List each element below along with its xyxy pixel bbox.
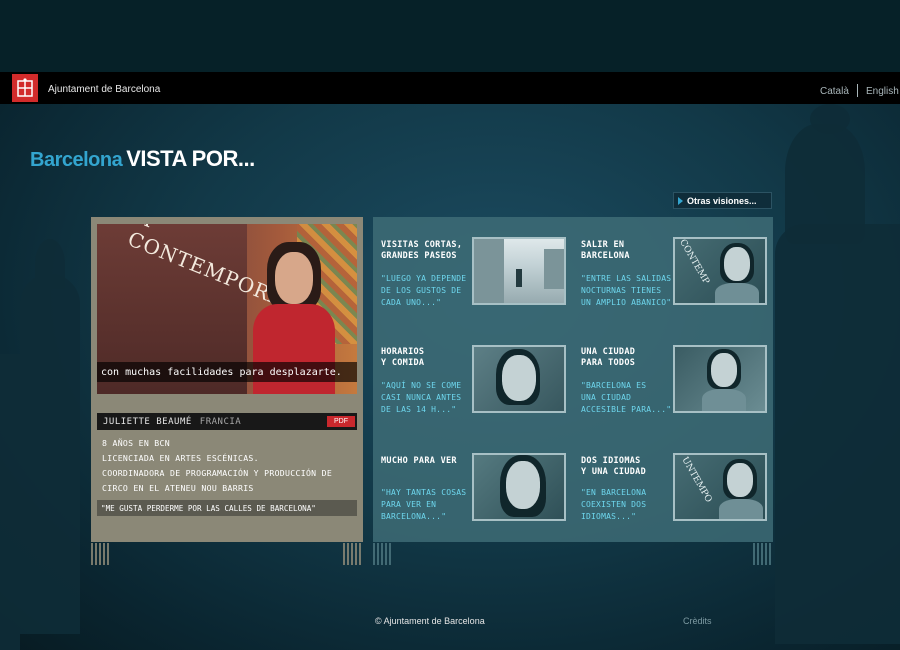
topic-desc-salir: "ENTRE LAS SALIDAS NOCTURNAS TIENES UN AMP… [581,274,672,307]
topic-thumbnail-mucho-ver[interactable] [472,453,566,521]
left-panel-grip-left [91,543,111,565]
title-city: Barcelona [30,149,123,171]
topic-thumbnail-visitas[interactable] [472,237,566,305]
bio-line: 8 AÑOS EN BCN [102,438,170,448]
profile-name-bar: JULIETTE BEAUMÉ FRANCIA [97,413,357,430]
right-panel-grip-right [753,543,773,565]
page-title: Barcelona VISTA POR... [30,146,255,172]
topic-desc-horarios: "AQUÍ NO SE COME CASI NUNCA ANTES DE LAS 1… [381,381,462,414]
topic-title-salir[interactable]: SALIR EN BARCELONA [581,240,630,262]
other-visions-button[interactable]: Otras visiones... [673,192,772,209]
profile-bio: 8 AÑOS EN BCN LICENCIADA EN ARTES ESCÉNI… [102,436,352,496]
topic-title-ciudad-todos[interactable]: UNA CIUDAD PARA TODOS [581,347,635,369]
city-logo-icon[interactable] [12,74,38,102]
top-strip [0,0,900,72]
profile-quote: "ME GUSTA PERDERME POR LAS CALLES DE BAR… [97,500,357,516]
footer-copyright: © Ajuntament de Barcelona [375,616,485,626]
topic-desc-ciudad-todos: "BARCELONA ES UNA CIUDAD ACCESIBLE PARA...… [581,381,672,414]
topic-desc-mucho-ver: "HAY TANTAS COSAS PARA VER EN BARCELONA...… [381,488,467,521]
pdf-download-button[interactable]: PDF [327,416,355,427]
topic-title-dos-idiomas[interactable]: DOS IDIOMAS Y UNA CIUDAD [581,456,646,478]
other-visions-label: Otras visiones... [687,195,757,206]
topic-thumbnail-horarios[interactable] [472,345,566,413]
play-arrow-icon [678,196,683,205]
right-panel-grip-left [373,543,393,565]
lang-english-link[interactable]: English [866,86,899,97]
video-subtitle: con muchas facilidades para desplazarte. [97,362,357,382]
org-name[interactable]: Ajuntament de Barcelona [48,84,160,95]
bio-line: LICENCIADA EN ARTES ESCÉNICAS. [102,453,259,463]
bio-line: CIRCO EN EL ATENEU NOU BARRIS [102,483,254,493]
topic-desc-dos-idiomas: "EN BARCELONA COEXISTEN DOS IDIOMAS..." [581,488,647,521]
topic-thumbnail-dos-idiomas[interactable]: UNTEMPO [673,453,767,521]
credits-link[interactable]: Crèdits [683,616,712,626]
title-rest: VISTA POR... [126,146,255,171]
profile-name: JULIETTE BEAUMÉ [103,416,192,427]
lang-catala-link[interactable]: Català [820,86,849,97]
bio-line: COORDINADORA DE PROGRAMACIÓN Y PRODUCCIÓ… [102,468,333,478]
topic-title-horarios[interactable]: HORARIOS Y COMIDA [381,347,424,369]
lang-separator [857,84,858,97]
topic-desc-visitas: "LUEGO YA DEPENDE DE LOS GUSTOS DE CADA UN… [381,274,467,307]
left-panel-grip-right [343,543,363,565]
topic-title-visitas[interactable]: VISITAS CORTAS, GRANDES PASEOS [381,240,462,262]
topic-thumbnail-salir[interactable]: CONTEMP [673,237,767,305]
profile-country: FRANCIA [199,416,242,427]
topic-thumbnail-ciudad-todos[interactable] [673,345,767,413]
topic-title-mucho-ver[interactable]: MUCHO PARA VER [381,456,457,467]
